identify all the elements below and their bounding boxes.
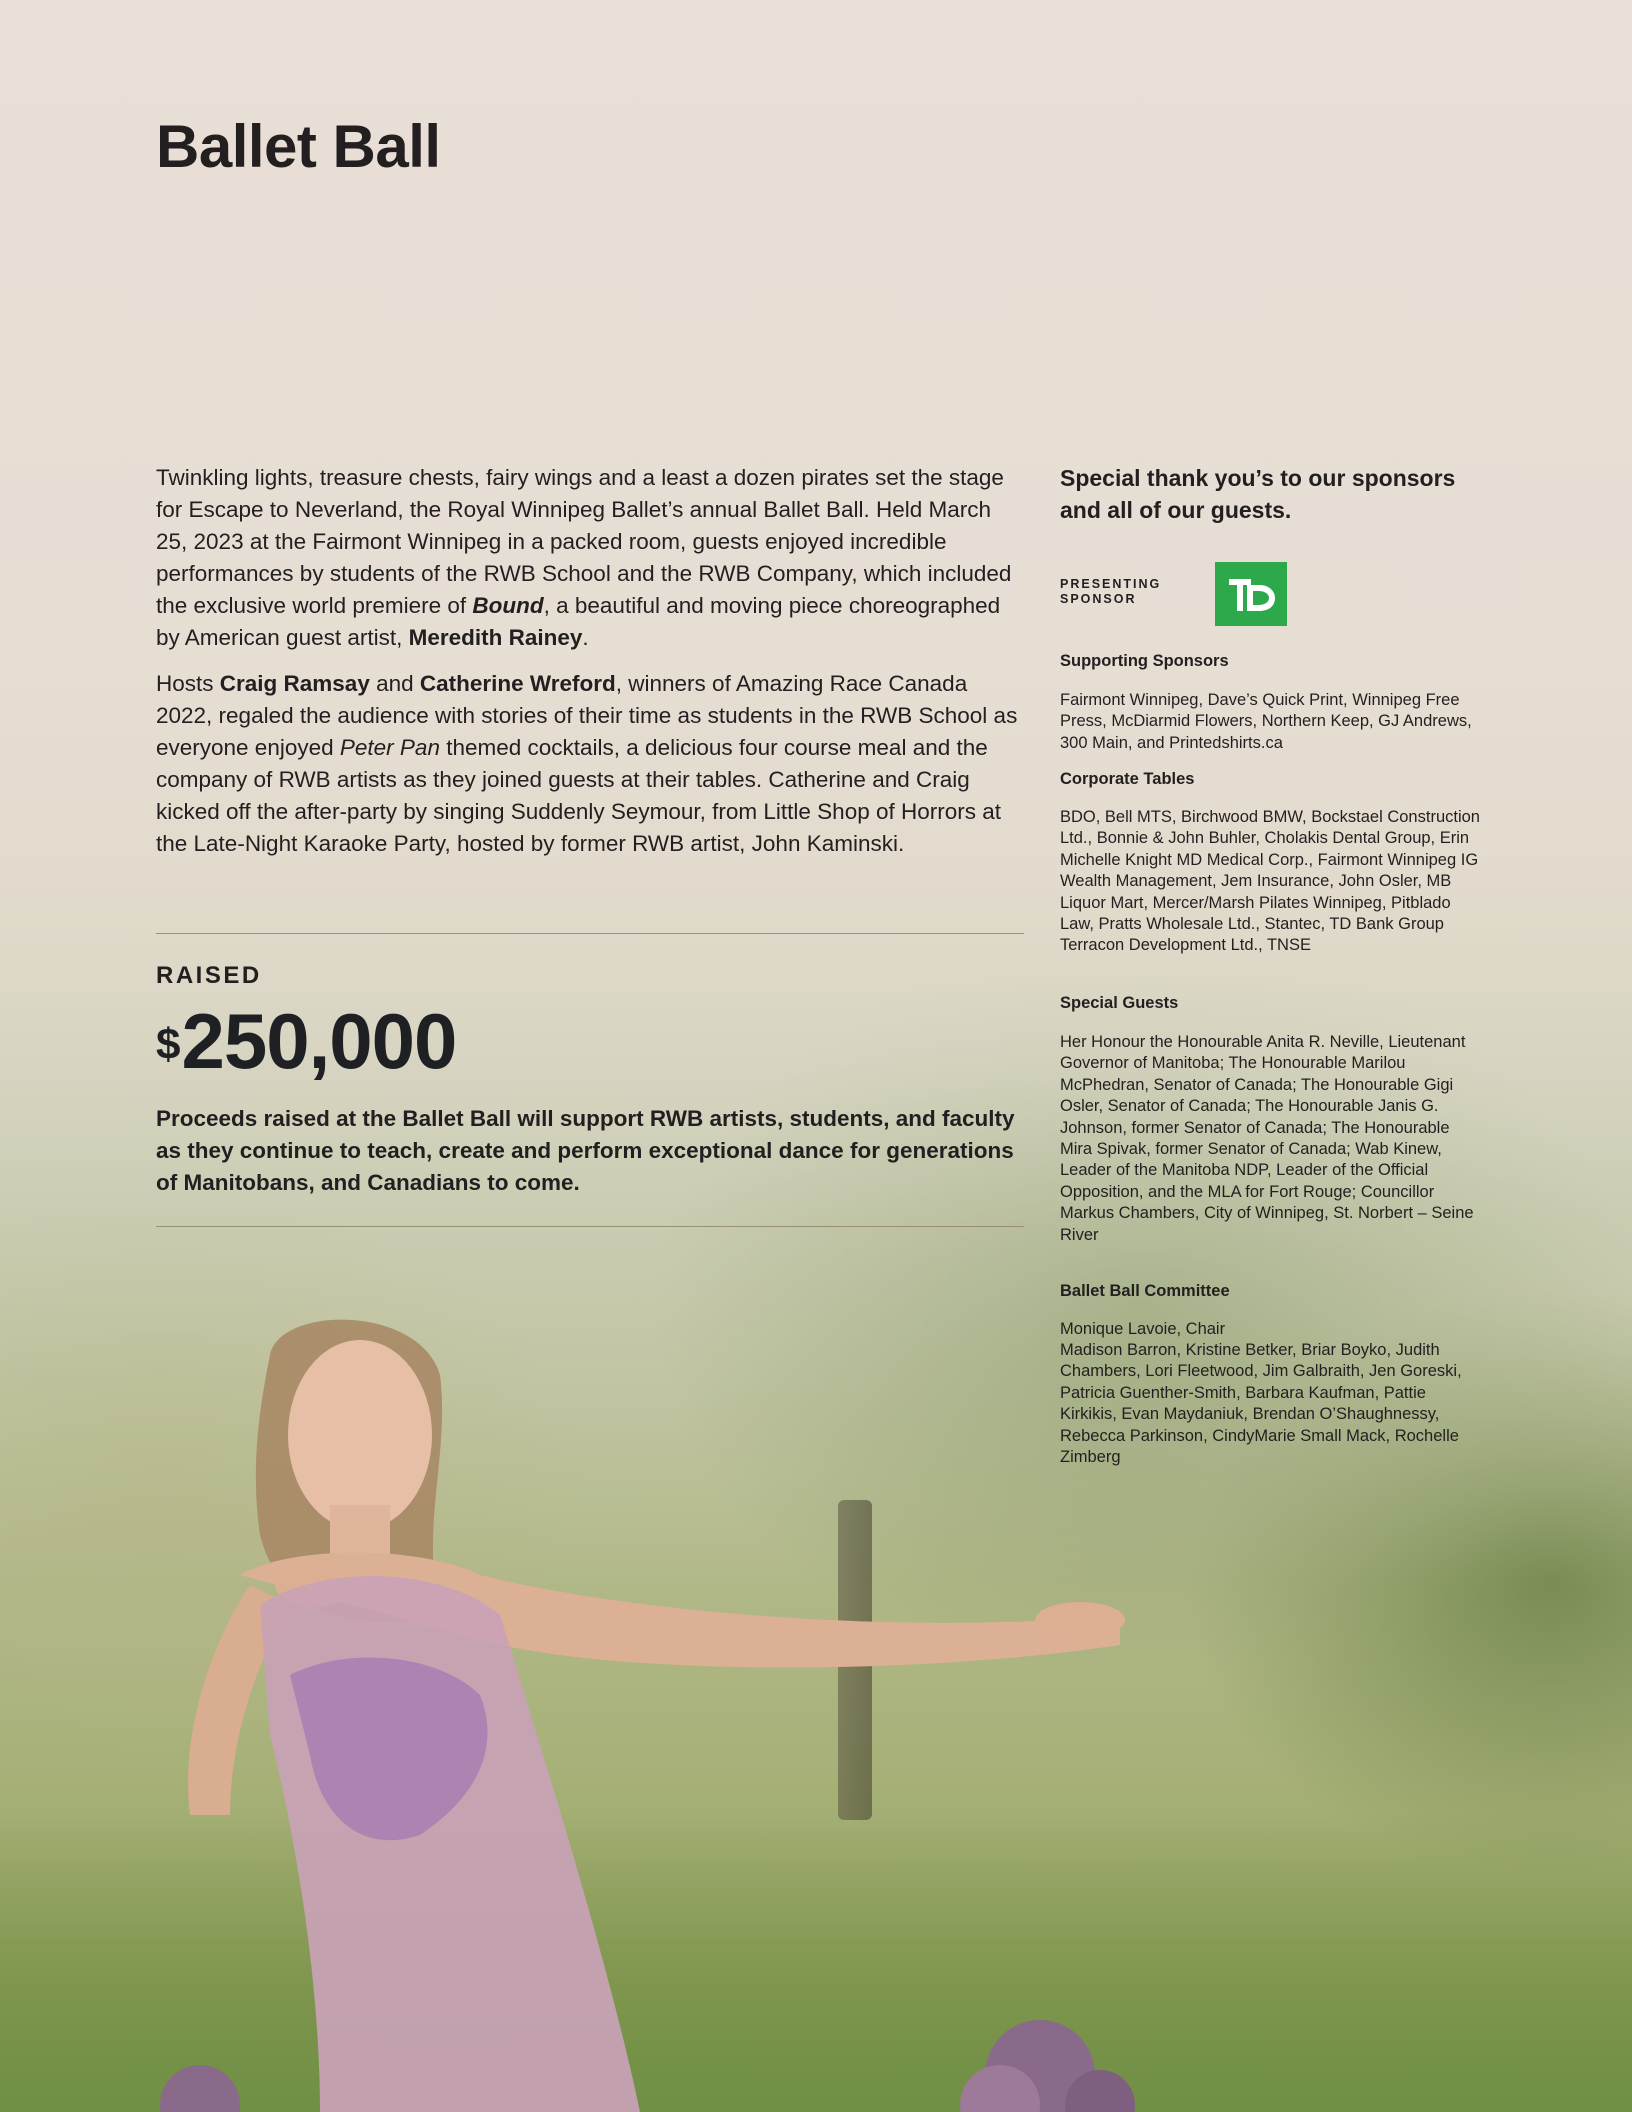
special-guests-heading: Special Guests (1060, 994, 1179, 1012)
supporting-sponsors-heading: Supporting Sponsors (1060, 652, 1229, 670)
peter-pan-title: Peter Pan (339, 735, 440, 760)
corporate-tables-list: BDO, Bell MTS, Birchwood BMW, Bockstael … (1060, 808, 1480, 955)
corporate-tables-heading: Corporate Tables (1060, 770, 1195, 788)
amount-value: 250,000 (181, 997, 457, 1085)
bound-title: Bound (472, 593, 544, 618)
td-logo (1215, 562, 1287, 626)
intro-paragraph-2: Hosts Craig Ramsay and Catherine Wreford… (156, 671, 1018, 856)
proceeds-statement: Proceeds raised at the Ballet Ball will … (156, 1106, 1015, 1195)
committee-chair: Monique Lavoie, Chair (1060, 1320, 1226, 1338)
divider-bottom (156, 1226, 1024, 1227)
host-name-2: Catherine Wreford (419, 671, 616, 696)
divider-top (156, 933, 1024, 934)
host-name-1: Craig Ramsay (219, 671, 370, 696)
special-guests-list: Her Honour the Honourable Anita R. Nevil… (1060, 1033, 1474, 1244)
dancer-illustration (160, 1319, 1135, 2112)
thanks-heading: Special thank you’s to our sponsors and … (1060, 465, 1456, 523)
intro-paragraph-1: Twinkling lights, treasure chests, fairy… (156, 465, 1012, 650)
raised-label: RAISED (156, 962, 262, 989)
committee-members: Madison Barron, Kristine Betker, Briar B… (1060, 1341, 1462, 1467)
artist-name: Meredith Rainey (408, 625, 583, 650)
td-logo-icon (1221, 569, 1281, 619)
presenting-sponsor-label: PRESENTING SPONSOR (1060, 577, 1162, 606)
currency-symbol: $ (156, 1020, 181, 1069)
page-title: Ballet Ball (156, 113, 441, 180)
supporting-sponsors-list: Fairmont Winnipeg, Dave’s Quick Print, W… (1060, 691, 1472, 752)
event-description: Twinkling lights, treasure chests, fairy… (156, 462, 1024, 874)
raised-amount: $250,000 (156, 996, 457, 1086)
committee-heading: Ballet Ball Committee (1060, 1282, 1230, 1300)
sponsors-sidebar: Special thank you’s to our sponsors and … (1060, 462, 1480, 1466)
